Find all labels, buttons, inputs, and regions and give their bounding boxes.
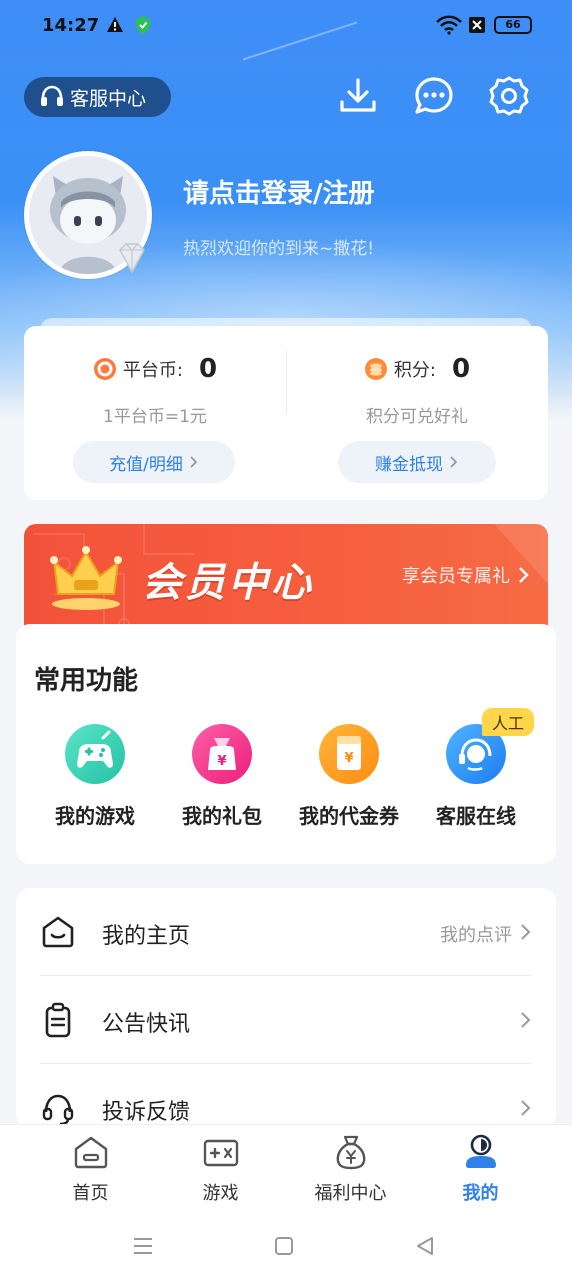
battery-icon: 66: [494, 16, 532, 34]
recharge-detail-label: 充值/明细: [109, 454, 183, 475]
my-voucher-button[interactable]: ¥ 我的代金券: [284, 724, 414, 829]
tab-welfare-center[interactable]: 福利中心: [279, 1133, 422, 1205]
announcements-label: 公告快讯: [102, 1012, 191, 1037]
system-navigation-bar: [0, 1216, 572, 1280]
gift-bag-icon: ¥: [192, 724, 252, 784]
vip-center-title: 会员中心: [142, 560, 314, 606]
shield-icon: [136, 16, 150, 34]
chevron-right-icon: [521, 924, 531, 940]
tab-home[interactable]: 首页: [19, 1133, 162, 1205]
customer-service-label: 客服中心: [70, 87, 147, 110]
human-agent-badge: 人工: [482, 708, 534, 736]
menu-list-card: 我的主页 我的点评 公告快讯 投诉反馈: [16, 888, 556, 1128]
back-icon[interactable]: [413, 1234, 437, 1258]
chevron-right-icon: [521, 1012, 531, 1028]
vip-exclusive-label: 享会员专属礼: [402, 566, 510, 587]
wifi-icon: [436, 15, 462, 35]
online-service-label: 客服在线: [436, 804, 516, 828]
online-service-button[interactable]: 客服在线: [411, 724, 541, 829]
crown-icon: [50, 546, 122, 610]
clipboard-icon: [45, 1002, 71, 1038]
points-note: 积分可兑好礼: [366, 407, 468, 427]
earn-cash-label: 赚金抵现: [375, 454, 443, 475]
bottom-navigation: 首页 游戏 福利中心 我的: [0, 1124, 572, 1216]
list-item-announcements[interactable]: 公告快讯: [16, 976, 556, 1063]
settings-icon[interactable]: [487, 74, 531, 118]
my-gift-pack-button[interactable]: ¥ 我的礼包: [157, 724, 287, 829]
tab-mine[interactable]: 我的: [409, 1133, 552, 1205]
warning-icon: [107, 17, 123, 32]
my-voucher-label: 我的代金券: [299, 804, 399, 828]
headset-icon: [41, 85, 63, 106]
platform-coin-note: 1平台币=1元: [103, 407, 207, 427]
status-bar: 14:27 66: [0, 0, 572, 52]
tab-welfare-center-label: 福利中心: [314, 1183, 387, 1204]
diamond-badge-icon: [119, 243, 145, 274]
wallet-card: 平台币: 0 1平台币=1元 充值/明细 积分: 0 积分可兑好礼 赚金抵现: [24, 326, 548, 500]
home-icon: [74, 1136, 107, 1169]
tab-mine-label: 我的: [462, 1183, 499, 1204]
points-value: 0: [451, 354, 471, 384]
welcome-text: 热烈欢迎你的到来~撒花!: [183, 239, 375, 259]
tab-home-label: 首页: [72, 1183, 109, 1204]
platform-coin-label: 平台币:: [122, 360, 183, 381]
status-time: 14:27: [42, 15, 100, 36]
message-icon[interactable]: [412, 74, 456, 118]
my-reviews-label: 我的点评: [440, 925, 512, 946]
points-section: 积分: 0 积分可兑好礼 赚金抵现: [286, 326, 548, 500]
voucher-icon: ¥: [319, 724, 379, 784]
svg-text:¥: ¥: [217, 754, 226, 769]
menu-icon[interactable]: [131, 1234, 155, 1258]
my-homepage-label: 我的主页: [102, 924, 191, 949]
points-label: 积分:: [393, 360, 436, 381]
points-coin-icon: [364, 358, 387, 380]
tab-games[interactable]: 游戏: [149, 1133, 292, 1205]
customer-service-button[interactable]: 客服中心: [24, 77, 171, 117]
sim-off-icon: [469, 17, 485, 33]
common-functions-card: 常用功能 我的游戏 ¥ 我的礼包 ¥ 我的代金券 客服在线 人工: [16, 624, 556, 864]
my-games-label: 我的游戏: [55, 804, 135, 828]
recharge-detail-button[interactable]: 充值/明细: [73, 441, 235, 483]
platform-coin-value: 0: [198, 354, 218, 384]
home-page-icon: [42, 916, 74, 948]
my-gift-pack-label: 我的礼包: [182, 804, 262, 828]
home-square-icon[interactable]: [272, 1234, 296, 1258]
chevron-right-icon: [450, 456, 458, 468]
svg-text:¥: ¥: [344, 751, 353, 766]
chevron-right-icon: [521, 1100, 531, 1116]
common-functions-title: 常用功能: [34, 666, 139, 696]
tab-games-label: 游戏: [202, 1183, 239, 1204]
platform-coin-section: 平台币: 0 1平台币=1元 充值/明细: [24, 326, 286, 500]
game-icon: [203, 1139, 238, 1167]
earn-cash-button[interactable]: 赚金抵现: [338, 441, 496, 483]
headphones-icon: [42, 1094, 74, 1126]
login-register-link[interactable]: 请点击登录/注册: [183, 173, 375, 210]
download-icon[interactable]: [336, 74, 380, 118]
complaint-feedback-label: 投诉反馈: [102, 1100, 191, 1125]
vip-exclusive-link[interactable]: 享会员专属礼: [402, 562, 530, 588]
list-item-complaint-feedback[interactable]: 投诉反馈: [16, 1064, 556, 1128]
gamepad-icon: [65, 724, 125, 784]
chevron-right-icon: [190, 456, 197, 468]
list-item-my-homepage[interactable]: 我的主页 我的点评: [16, 888, 556, 975]
vip-center-banner[interactable]: 会员中心 享会员专属礼: [24, 524, 548, 636]
my-games-button[interactable]: 我的游戏: [30, 724, 160, 829]
platform-coin-icon: [93, 358, 116, 380]
user-icon: [465, 1134, 496, 1168]
chevron-right-icon: [519, 567, 529, 583]
money-bag-icon: [336, 1135, 365, 1170]
